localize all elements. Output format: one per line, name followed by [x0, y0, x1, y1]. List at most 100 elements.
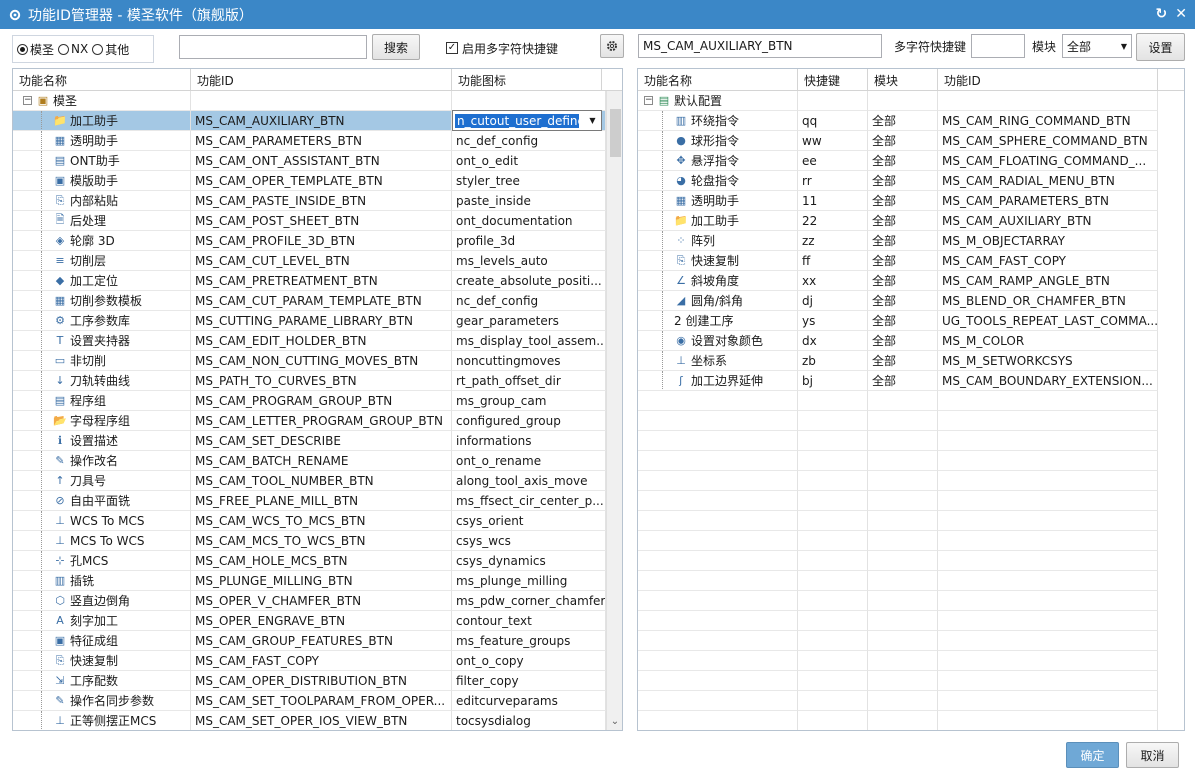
function-icon-cell[interactable]: ms_plunge_milling: [452, 571, 606, 591]
function-id-cell[interactable]: MS_CAM_SET_DESCRIBE: [191, 431, 452, 451]
shortcut-key-cell[interactable]: dj: [798, 291, 868, 311]
shortcut-name-cell[interactable]: ▦ 透明助手: [638, 191, 798, 211]
shortcut-key-cell[interactable]: xx: [798, 271, 868, 291]
shortcut-module-cell[interactable]: 全部: [868, 211, 938, 231]
table-row[interactable]: ▦ 透明助手 MS_CAM_PARAMETERS_BTN nc_def_config: [13, 131, 606, 151]
function-name-cell[interactable]: ▥ 插铣: [13, 571, 191, 591]
shortcut-id-cell[interactable]: MS_CAM_RING_COMMAND_BTN: [938, 111, 1158, 131]
shortcut-module-cell[interactable]: 全部: [868, 171, 938, 191]
function-icon-cell[interactable]: filter_copy: [452, 671, 606, 691]
function-icon-cell[interactable]: ont_o_copy: [452, 651, 606, 671]
function-icon-cell[interactable]: informations: [452, 431, 606, 451]
function-icon-cell[interactable]: ont_o_edit: [452, 151, 606, 171]
function-id-cell[interactable]: MS_CAM_OPER_TEMPLATE_BTN: [191, 171, 452, 191]
function-name-cell[interactable]: ↑ 刀具号: [13, 471, 191, 491]
shortcut-name-cell[interactable]: ● 球形指令: [638, 131, 798, 151]
function-name-cell[interactable]: ↓ 刀轨转曲线: [13, 371, 191, 391]
shortcut-module-cell[interactable]: 全部: [868, 191, 938, 211]
function-icon-cell[interactable]: ms_group_cam: [452, 391, 606, 411]
shortcut-name-cell[interactable]: ✥ 悬浮指令: [638, 151, 798, 171]
function-name-cell[interactable]: ✎ 操作名同步参数: [13, 691, 191, 711]
shortcut-key-cell[interactable]: ys: [798, 311, 868, 331]
table-row[interactable]: ✎ 操作名同步参数 MS_CAM_SET_TOOLPARAM_FROM_OPER..…: [13, 691, 606, 711]
shortcut-module-cell[interactable]: 全部: [868, 371, 938, 391]
table-row[interactable]: ⇲ 工序配数 MS_CAM_OPER_DISTRIBUTION_BTN filter_…: [13, 671, 606, 691]
function-id-cell[interactable]: MS_CAM_EDIT_HOLDER_BTN: [191, 331, 452, 351]
shortcut-id-cell[interactable]: MS_M_COLOR: [938, 331, 1158, 351]
function-id-cell[interactable]: MS_CAM_NON_CUTTING_MOVES_BTN: [191, 351, 452, 371]
shortcut-module-cell[interactable]: 全部: [868, 271, 938, 291]
column-header-name[interactable]: 功能名称: [638, 69, 798, 91]
shortcut-key-cell[interactable]: rr: [798, 171, 868, 191]
function-name-cell[interactable]: ⊹ 孔MCS: [13, 551, 191, 571]
table-row[interactable]: ↓ 刀轨转曲线 MS_PATH_TO_CURVES_BTN rt_path_offse…: [13, 371, 606, 391]
function-id-cell[interactable]: MS_CAM_PRETREATMENT_BTN: [191, 271, 452, 291]
shortcut-id-cell[interactable]: MS_CAM_FAST_COPY: [938, 251, 1158, 271]
function-name-cell[interactable]: ⬡ 竖直边倒角: [13, 591, 191, 611]
function-icon-cell[interactable]: ms_ffsect_cir_center_p...: [452, 491, 606, 511]
function-id-input[interactable]: MS_CAM_AUXILIARY_BTN: [638, 34, 882, 58]
table-row[interactable]: ⊥ WCS To MCS MS_CAM_WCS_TO_MCS_BTN csys_ori…: [13, 511, 606, 531]
function-icon-cell[interactable]: csys_wcs: [452, 531, 606, 551]
table-row[interactable]: 📁 加工助手 22 全部 MS_CAM_AUXILIARY_BTN: [638, 211, 1184, 231]
function-icon-cell[interactable]: profile_3d: [452, 231, 606, 251]
shortcut-key-cell[interactable]: dx: [798, 331, 868, 351]
function-name-cell[interactable]: ◆ 加工定位: [13, 271, 191, 291]
table-row[interactable]: ◆ 加工定位 MS_CAM_PRETREATMENT_BTN create_absol…: [13, 271, 606, 291]
function-icon-cell[interactable]: create_absolute_positi...: [452, 271, 606, 291]
function-id-cell[interactable]: MS_PATH_TO_CURVES_BTN: [191, 371, 452, 391]
shortcut-module-cell[interactable]: 全部: [868, 111, 938, 131]
function-id-cell[interactable]: MS_CAM_TOOL_NUMBER_BTN: [191, 471, 452, 491]
table-row[interactable]: 📂 字母程序组 MS_CAM_LETTER_PROGRAM_GROUP_BTN con…: [13, 411, 606, 431]
shortcut-name-cell[interactable]: ▥ 环绕指令: [638, 111, 798, 131]
function-name-cell[interactable]: ◈ 轮廓 3D: [13, 231, 191, 251]
function-icon-cell[interactable]: ms_display_tool_assem...: [452, 331, 606, 351]
table-row[interactable]: ≡ 切削层 MS_CAM_CUT_LEVEL_BTN ms_levels_auto: [13, 251, 606, 271]
shortcut-id-cell[interactable]: MS_CAM_AUXILIARY_BTN: [938, 211, 1158, 231]
table-row[interactable]: ⊘ 自由平面铣 MS_FREE_PLANE_MILL_BTN ms_ffsect_ci…: [13, 491, 606, 511]
function-id-cell[interactable]: MS_CAM_FAST_COPY: [191, 651, 452, 671]
function-icon-cell[interactable]: ms_levels_auto: [452, 251, 606, 271]
table-row[interactable]: ◢ 圆角/斜角 dj 全部 MS_BLEND_OR_CHAMFER_BTN: [638, 291, 1184, 311]
shortcut-name-cell[interactable]: ⎘ 快速复制: [638, 251, 798, 271]
settings-button[interactable]: 设置: [1136, 33, 1185, 61]
shortcut-module-cell[interactable]: 全部: [868, 291, 938, 311]
shortcut-key-cell[interactable]: zz: [798, 231, 868, 251]
function-id-cell[interactable]: MS_CAM_PROGRAM_GROUP_BTN: [191, 391, 452, 411]
function-id-cell[interactable]: MS_CAM_WCS_TO_MCS_BTN: [191, 511, 452, 531]
column-header-module[interactable]: 模块: [868, 69, 938, 91]
table-row[interactable]: ⊹ 孔MCS MS_CAM_HOLE_MCS_BTN csys_dynamics: [13, 551, 606, 571]
function-id-cell[interactable]: MS_CAM_SET_OPER_IOS_VIEW_BTN: [191, 711, 452, 730]
function-id-cell[interactable]: MS_CAM_PASTE_INSIDE_BTN: [191, 191, 452, 211]
function-icon-cell[interactable]: csys_orient: [452, 511, 606, 531]
scroll-down-icon[interactable]: ⌄: [607, 714, 622, 730]
function-id-cell[interactable]: MS_CAM_CUT_PARAM_TEMPLATE_BTN: [191, 291, 452, 311]
shortcut-key-cell[interactable]: ww: [798, 131, 868, 151]
function-name-cell[interactable]: ⎘ 内部粘贴: [13, 191, 191, 211]
function-name-cell[interactable]: ⚙ 工序参数库: [13, 311, 191, 331]
function-id-cell[interactable]: MS_CUTTING_PARAME_LIBRARY_BTN: [191, 311, 452, 331]
table-row[interactable]: T 设置夹持器 MS_CAM_EDIT_HOLDER_BTN ms_display_t…: [13, 331, 606, 351]
function-icon-cell[interactable]: styler_tree: [452, 171, 606, 191]
shortcut-id-cell[interactable]: MS_CAM_RAMP_ANGLE_BTN: [938, 271, 1158, 291]
function-icon-cell[interactable]: tocsysdialog: [452, 711, 606, 730]
function-id-cell[interactable]: MS_CAM_GROUP_FEATURES_BTN: [191, 631, 452, 651]
column-header-id[interactable]: 功能ID: [191, 69, 452, 91]
shortcut-module-cell[interactable]: 全部: [868, 251, 938, 271]
function-name-cell[interactable]: ⊘ 自由平面铣: [13, 491, 191, 511]
column-header-icon[interactable]: 功能图标: [452, 69, 602, 91]
function-name-cell[interactable]: ▦ 透明助手: [13, 131, 191, 151]
close-icon[interactable]: ✕: [1175, 6, 1187, 22]
tree-root-cell[interactable]: − ▤ 默认配置: [638, 91, 798, 111]
shortcut-name-cell[interactable]: ◕ 轮盘指令: [638, 171, 798, 191]
function-name-cell[interactable]: A 刻字加工: [13, 611, 191, 631]
function-name-cell[interactable]: T 设置夹持器: [13, 331, 191, 351]
table-row[interactable]: ▦ 透明助手 11 全部 MS_CAM_PARAMETERS_BTN: [638, 191, 1184, 211]
search-button[interactable]: 搜索: [372, 34, 420, 60]
search-input[interactable]: [179, 35, 367, 59]
tree-root-cell[interactable]: − ▣ 模圣: [13, 91, 191, 111]
table-row[interactable]: ▣ 模版助手 MS_CAM_OPER_TEMPLATE_BTN styler_tree: [13, 171, 606, 191]
scrollbar-thumb[interactable]: [610, 109, 621, 157]
function-icon-cell[interactable]: editcurveparams: [452, 691, 606, 711]
shortcut-id-cell[interactable]: UG_TOOLS_REPEAT_LAST_COMMA...: [938, 311, 1158, 331]
